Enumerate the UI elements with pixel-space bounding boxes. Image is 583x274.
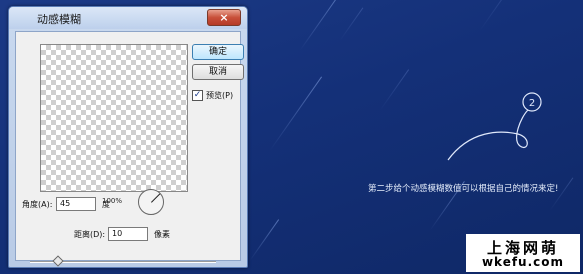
background-streak — [299, 0, 341, 51]
angle-dial[interactable] — [138, 189, 164, 215]
background-streak — [339, 7, 364, 41]
background-streak — [269, 76, 323, 151]
background-streak — [249, 219, 280, 261]
cancel-button[interactable]: 取消 — [192, 64, 244, 80]
site-watermark: 上海网萌 wkefu.com — [466, 234, 580, 272]
close-button[interactable]: × — [207, 9, 241, 26]
motion-blur-dialog: 动感模糊 × − 100% + 确定 取消 ✓ 预览(P) 角度(A): 45 … — [8, 6, 248, 268]
dialog-client-area: − 100% + 确定 取消 ✓ 预览(P) 角度(A): 45 度 距离(D)… — [15, 31, 244, 267]
preview-checkbox[interactable]: ✓ — [192, 90, 203, 101]
distance-unit: 像素 — [154, 230, 170, 239]
ok-button[interactable]: 确定 — [192, 44, 244, 60]
distance-input[interactable]: 10 — [108, 227, 148, 241]
angle-unit: 度 — [102, 200, 110, 209]
distance-slider-thumb[interactable] — [52, 255, 64, 267]
dialog-titlebar[interactable]: 动感模糊 × — [9, 7, 247, 29]
watermark-url: wkefu.com — [481, 255, 565, 269]
angle-input[interactable]: 45 — [56, 197, 96, 211]
angle-label: 角度(A): — [22, 200, 53, 209]
step-number: 2 — [529, 98, 535, 109]
background-streak — [379, 69, 410, 111]
blur-preview[interactable] — [40, 44, 188, 192]
step-caption: 第二步给个动感模糊数值可以根据自己的情况来定! — [368, 184, 559, 194]
step-arrow-icon: 2 — [447, 92, 542, 161]
background-streak — [479, 0, 515, 31]
arrow-curve — [447, 109, 529, 161]
distance-label: 距离(D): — [74, 230, 106, 239]
dialog-title: 动感模糊 — [37, 13, 81, 26]
angle-needle — [151, 193, 161, 203]
preview-checkbox-label: 预览(P) — [206, 91, 234, 100]
